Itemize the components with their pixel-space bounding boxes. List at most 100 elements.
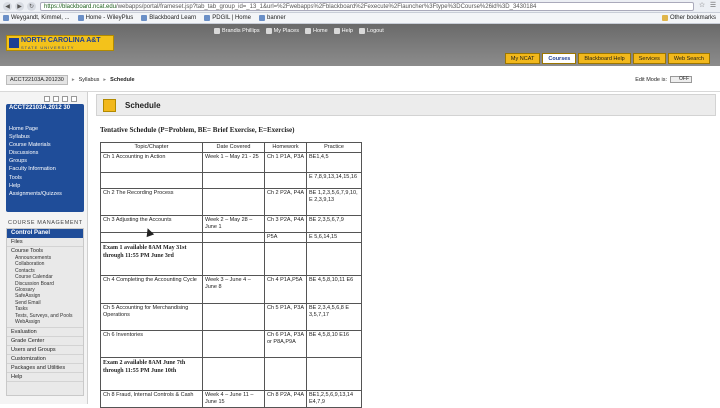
star-icon[interactable]: ☆: [698, 2, 706, 10]
folder-view-icon[interactable]: [62, 96, 68, 102]
cell-practice: BE1,4,5: [306, 152, 362, 173]
bookmark-icon: [258, 15, 265, 21]
cell-practice: [306, 242, 362, 276]
my-places-link[interactable]: My Places: [265, 28, 299, 34]
url-host: https://blackboard.ncat.edu: [44, 3, 117, 10]
refresh-icon[interactable]: [53, 96, 59, 102]
menu-item-faculty-information[interactable]: Faculty Information: [9, 165, 62, 173]
bookmark-label: Weygandt, Kimmel, ...: [11, 15, 70, 21]
cell-date: Week 3 – June 4 – June 8: [202, 275, 265, 304]
menu-item-syllabus[interactable]: Syllabus: [9, 133, 62, 141]
tab-courses[interactable]: Courses: [542, 53, 577, 64]
exam-row: Exam 1 available 8AM May 31st through 11…: [100, 242, 362, 276]
table-row: Ch 8 Fraud, Internal Controls & Cash Week…: [100, 390, 362, 408]
menu-item-home-page[interactable]: Home Page: [9, 125, 62, 133]
utility-links: Brandis Phillips My Places Home Help Log…: [214, 28, 384, 34]
bookmark-item[interactable]: Weygandt, Kimmel, ...: [3, 15, 70, 21]
menu-icon[interactable]: ☰: [709, 2, 717, 10]
add-menu-item-icon[interactable]: [44, 96, 50, 102]
detach-icon[interactable]: [71, 96, 77, 102]
breadcrumb-current: Schedule: [110, 77, 135, 83]
cell-date: [202, 303, 265, 331]
menu-item-tools[interactable]: Tools: [9, 174, 62, 182]
bookmark-icon: [204, 15, 211, 21]
bookmark-label: banner: [266, 15, 286, 21]
cell-date: [202, 330, 265, 358]
folder-icon: [661, 15, 668, 21]
bookmark-label: PDGIL | Home: [212, 15, 251, 21]
menu-item-help[interactable]: Help: [9, 182, 62, 190]
main-tabs: My NCAT Courses Blackboard Help Services…: [504, 53, 710, 64]
menu-item-groups[interactable]: Groups: [9, 157, 62, 165]
cell-topic: Exam 1 available 8AM May 31st through 11…: [100, 242, 203, 276]
bookmarks-bar: Weygandt, Kimmel, ... Home - WileyPlus B…: [0, 13, 720, 24]
page-header: Schedule: [96, 94, 716, 116]
tab-my-ncat[interactable]: My NCAT: [504, 53, 541, 64]
bookmark-item[interactable]: banner: [258, 15, 286, 21]
back-icon[interactable]: ◀: [3, 1, 12, 11]
cp-customization[interactable]: Customization: [7, 355, 83, 365]
table-row: Ch 3 Adjusting the Accounts Week 2 – May …: [100, 215, 362, 233]
menu-item-discussions[interactable]: Discussions: [9, 149, 62, 157]
cell-practice: BE1,2,5,6,9,13,14 E4,7,9: [306, 390, 362, 408]
cp-course-tools[interactable]: Course Tools: [7, 247, 83, 255]
home-link[interactable]: Home: [304, 28, 328, 34]
cp-help[interactable]: Help: [7, 373, 83, 383]
tool-webassign[interactable]: WebAssign: [7, 319, 83, 325]
url-field[interactable]: https://blackboard.ncat.edu/webapps/port…: [40, 1, 694, 11]
cell-homework: [264, 357, 307, 391]
table-row: E 7,8,9,13,14,15,16: [100, 172, 362, 189]
breadcrumb-syllabus[interactable]: Syllabus: [79, 77, 100, 83]
logout-link[interactable]: Logout: [358, 28, 384, 34]
cell-homework: Ch 5 P1A, P3A: [264, 303, 307, 331]
cell-topic: [100, 172, 203, 189]
logo-mark-icon: [9, 38, 19, 48]
user-link[interactable]: Brandis Phillips: [214, 28, 260, 34]
menu-item-assignments-quizzes[interactable]: Assignments/Quizzes: [9, 190, 62, 198]
control-panel-header[interactable]: Control Panel: [7, 229, 83, 238]
address-bar: ◀ ▶ ↻ https://blackboard.ncat.edu/webapp…: [0, 0, 720, 13]
menu-item-course-materials[interactable]: Course Materials: [9, 141, 62, 149]
bookmark-item[interactable]: Home - WileyPlus: [77, 15, 133, 21]
my-places-label: My Places: [273, 28, 299, 34]
table-row: Ch 6 Inventories Ch 6 P1A, P3A or P8A,P9A…: [100, 330, 362, 358]
help-link[interactable]: Help: [333, 28, 353, 34]
cell-practice: BE 1,2,3,5,6,7,9,10, E 2,3,9,13: [306, 188, 362, 216]
cell-topic: Ch 8 Fraud, Internal Controls & Cash: [100, 390, 203, 408]
tab-web-search[interactable]: Web Search: [667, 53, 710, 64]
cp-files[interactable]: Files: [7, 238, 83, 247]
other-bookmarks-label: Other bookmarks: [669, 15, 716, 21]
forward-icon[interactable]: ▶: [15, 1, 24, 11]
cell-date: [202, 172, 265, 189]
logout-label: Logout: [366, 28, 384, 34]
cell-practice: BE 4,5,8,10,11 E6: [306, 275, 362, 304]
cp-users-groups[interactable]: Users and Groups: [7, 346, 83, 356]
course-title[interactable]: ACCT22103A.2012 30: [9, 105, 81, 112]
bookmark-icon: [3, 15, 9, 21]
tab-blackboard-help[interactable]: Blackboard Help: [578, 53, 631, 64]
cp-grade-center[interactable]: Grade Center: [7, 337, 83, 347]
col-date: Date Covered: [202, 142, 265, 153]
breadcrumb: ACCT22103A.201230 ▸ Syllabus ▸ Schedule: [6, 75, 135, 85]
bookmark-icon: [141, 15, 148, 21]
reload-icon[interactable]: ↻: [27, 1, 36, 11]
course-menu-list: Home Page Syllabus Course Materials Disc…: [9, 125, 62, 198]
edit-mode: Edit Mode is: OFF: [635, 76, 692, 83]
col-practice: Practice: [306, 142, 362, 153]
university-logo[interactable]: NORTH CAROLINA A&T STATE UNIVERSITY: [6, 35, 114, 51]
cell-topic: Exam 2 available 8AM June 7th through 11…: [100, 357, 203, 391]
cp-packages-utilities[interactable]: Packages and Utilities: [7, 364, 83, 374]
tab-services[interactable]: Services: [632, 53, 666, 64]
breadcrumb-course[interactable]: ACCT22103A.201230: [6, 75, 68, 85]
edit-mode-toggle[interactable]: OFF: [670, 76, 692, 83]
table-row: Ch 2 The Recording Process Ch 2 P2A, P4A B…: [100, 188, 362, 216]
other-bookmarks[interactable]: Other bookmarks: [661, 15, 716, 21]
logout-icon: [358, 28, 365, 34]
bookmark-item[interactable]: PDGIL | Home: [204, 15, 251, 21]
cp-evaluation[interactable]: Evaluation: [7, 327, 83, 338]
course-menu: ACCT22103A.2012 30 Home Page Syllabus Co…: [6, 104, 84, 212]
logo-subtitle: STATE UNIVERSITY: [21, 45, 75, 50]
cell-date: [202, 357, 265, 391]
bookmark-item[interactable]: Blackboard Learn: [141, 15, 196, 21]
schedule-intro: Tentative Schedule (P=Problem, BE= Brief…: [100, 126, 295, 134]
